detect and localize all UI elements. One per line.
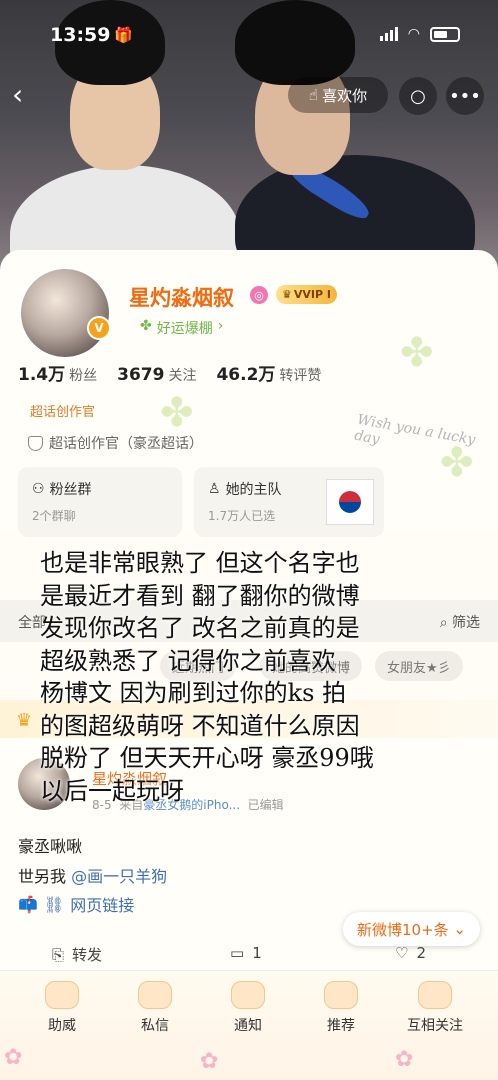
status-bar: 13:59 🎁 ◠ xyxy=(0,22,498,52)
post-text-part: 世另我 xyxy=(18,867,67,886)
like-label: 喜欢你 xyxy=(322,86,368,105)
card-title: 粉丝群 xyxy=(49,482,92,498)
stat-engagement[interactable]: 46.2万 转评赞 xyxy=(216,360,321,385)
caption-line: 杨博文 因为刷到过你的ks 拍 xyxy=(40,679,347,707)
notification-icon xyxy=(231,981,265,1009)
shield-icon xyxy=(28,435,43,451)
repost-icon: ⎘ xyxy=(52,945,65,964)
like-button[interactable]: ☝ 喜欢你 xyxy=(288,77,388,113)
status-time: 13:59 xyxy=(50,24,111,46)
top-nav: ‹ ☝ 喜欢你 ○ ••• xyxy=(0,77,498,115)
chaohua-text: 超话创作官（豪丞超话） xyxy=(49,436,203,452)
recommend-icon xyxy=(324,981,358,1009)
profile-cards: ⚇ 粉丝群 2个群聊 ♙ 她的主队 1.7万人已选 xyxy=(18,467,384,537)
new-posts-label: 新微博10+条 xyxy=(357,920,449,939)
web-link[interactable]: 📫 ⛓ 网页链接 xyxy=(18,892,134,916)
comment-icon: ▭ xyxy=(230,944,245,962)
clover-icon: ✤ xyxy=(140,318,152,334)
crown-icon: ♛ xyxy=(16,710,33,731)
tab-cheer[interactable]: 助威 xyxy=(27,1015,97,1035)
overlay-caption: 也是非常眼熟了 但这个名字也 是最近才看到 翻了翻你的微博 发现你改名了 改名之… xyxy=(40,547,490,807)
bunny-decoration: ✿ xyxy=(4,1045,23,1070)
caption-line: 也是非常眼熟了 但这个名字也 xyxy=(40,549,360,577)
chaohua-title: 超话创作官 xyxy=(30,405,96,420)
repost-button[interactable]: ⎘ 转发 xyxy=(52,944,102,965)
stat-label: 关注 xyxy=(168,368,197,384)
battery-icon xyxy=(430,26,460,42)
chevron-right-icon: › xyxy=(217,318,224,334)
like-count: 2 xyxy=(416,944,426,962)
card-sub: 2个群聊 xyxy=(32,509,76,523)
comment-count: 1 xyxy=(252,944,262,962)
crown-icon: ♛ xyxy=(282,288,292,301)
mailbox-icon: 📫 xyxy=(18,894,38,914)
badge-icon[interactable]: ◎ xyxy=(250,286,268,304)
profile-stats: 1.4万 粉丝 3679 关注 46.2万 转评赞 xyxy=(18,360,321,385)
caption-line: 发现你改名了 改名之前真的是 xyxy=(40,614,360,642)
link-icon: ⛓ xyxy=(43,894,65,914)
stat-label: 转评赞 xyxy=(279,368,322,384)
fan-group-card[interactable]: ⚇ 粉丝群 2个群聊 xyxy=(18,467,182,537)
gift-icon: 🎁 xyxy=(114,26,133,44)
caption-line: 的图超级萌呀 不知道什么原因 xyxy=(40,711,360,740)
wifi-icon: ◠ xyxy=(407,26,420,42)
clover-decoration: ✤ xyxy=(160,390,194,436)
repost-label: 转发 xyxy=(72,946,103,964)
more-icon[interactable]: ••• xyxy=(446,77,484,115)
profile-subtitle[interactable]: ✤ 好运爆棚 › xyxy=(140,318,223,338)
clover-decoration: ✤ xyxy=(400,330,434,376)
mention-link[interactable]: @画一只羊狗 xyxy=(71,867,167,886)
tab-recommend[interactable]: 推荐 xyxy=(306,1015,376,1035)
profile-name: 星灼淼烟叙 xyxy=(129,286,234,310)
profile-card: ✤ ✤ ✤ Wish you a lucky day V 星灼淼烟叙 ◎ ♛ V… xyxy=(0,250,498,537)
verified-badge-icon: V xyxy=(87,316,111,340)
background-script-text: Wish you a lucky day xyxy=(353,411,477,449)
group-icon: ⚇ xyxy=(32,481,45,497)
stat-value: 3679 xyxy=(117,365,165,385)
home-team-card[interactable]: ♙ 她的主队 1.7万人已选 xyxy=(194,467,384,537)
mutual-follow-icon xyxy=(418,981,452,1009)
caption-line: 是最近才看到 翻了翻你的微博 xyxy=(40,581,360,610)
stat-followers[interactable]: 1.4万 粉丝 xyxy=(18,360,97,385)
bunny-decoration: ✿ xyxy=(200,1049,219,1074)
post-text: 世另我 @画一只羊狗 xyxy=(18,863,167,887)
message-icon xyxy=(138,981,172,1009)
subtitle-text: 好运爆棚 xyxy=(156,321,213,337)
tab-messages[interactable]: 私信 xyxy=(120,1015,190,1035)
tab-notifications[interactable]: 通知 xyxy=(213,1015,283,1035)
bottom-tab-bar: ✿ ✿ ✿ 助威 私信 通知 推荐 互相关注 xyxy=(0,970,498,1080)
stat-value: 1.4万 xyxy=(18,365,66,385)
comment-button[interactable]: ▭ 1 xyxy=(230,944,262,962)
link-label: 网页链接 xyxy=(70,896,135,915)
cheer-icon xyxy=(45,981,79,1009)
vip-badge[interactable]: ♛ VVIP I xyxy=(276,285,337,304)
team-icon: ♙ xyxy=(208,481,221,497)
vip-label: VVIP I xyxy=(293,288,331,301)
stat-value: 46.2万 xyxy=(216,365,276,385)
flag-icon xyxy=(326,479,374,525)
tab-mutual-follow[interactable]: 互相关注 xyxy=(400,1015,470,1035)
thumbs-up-icon: ♡ xyxy=(395,944,409,962)
caption-line: 超级熟悉了 记得你之前喜欢 xyxy=(40,646,336,675)
back-icon[interactable]: ‹ xyxy=(12,81,42,111)
search-icon[interactable]: ○ xyxy=(399,77,437,115)
bunny-decoration: ✿ xyxy=(395,1047,414,1072)
post-actions: ⎘ 转发 ▭ 1 ♡ 2 xyxy=(0,940,498,970)
caption-line: 脱粉了 但天天开心呀 豪丞99哦 xyxy=(40,744,374,772)
like-post-button[interactable]: ♡ 2 xyxy=(395,944,426,962)
chaohua-line[interactable]: 超话创作官（豪丞超话） xyxy=(28,433,203,453)
card-title: 她的主队 xyxy=(225,482,282,498)
caption-line: 以后一起玩呀 xyxy=(40,776,184,805)
stat-label: 粉丝 xyxy=(69,368,98,384)
post-text: 豪丞啾啾 xyxy=(18,837,83,856)
heart-hand-icon: ☝ xyxy=(308,86,319,104)
avatar[interactable] xyxy=(18,266,112,360)
signal-icon xyxy=(379,27,398,41)
stat-following[interactable]: 3679 关注 xyxy=(117,365,196,385)
chevron-down-icon: ⌄ xyxy=(448,920,466,938)
